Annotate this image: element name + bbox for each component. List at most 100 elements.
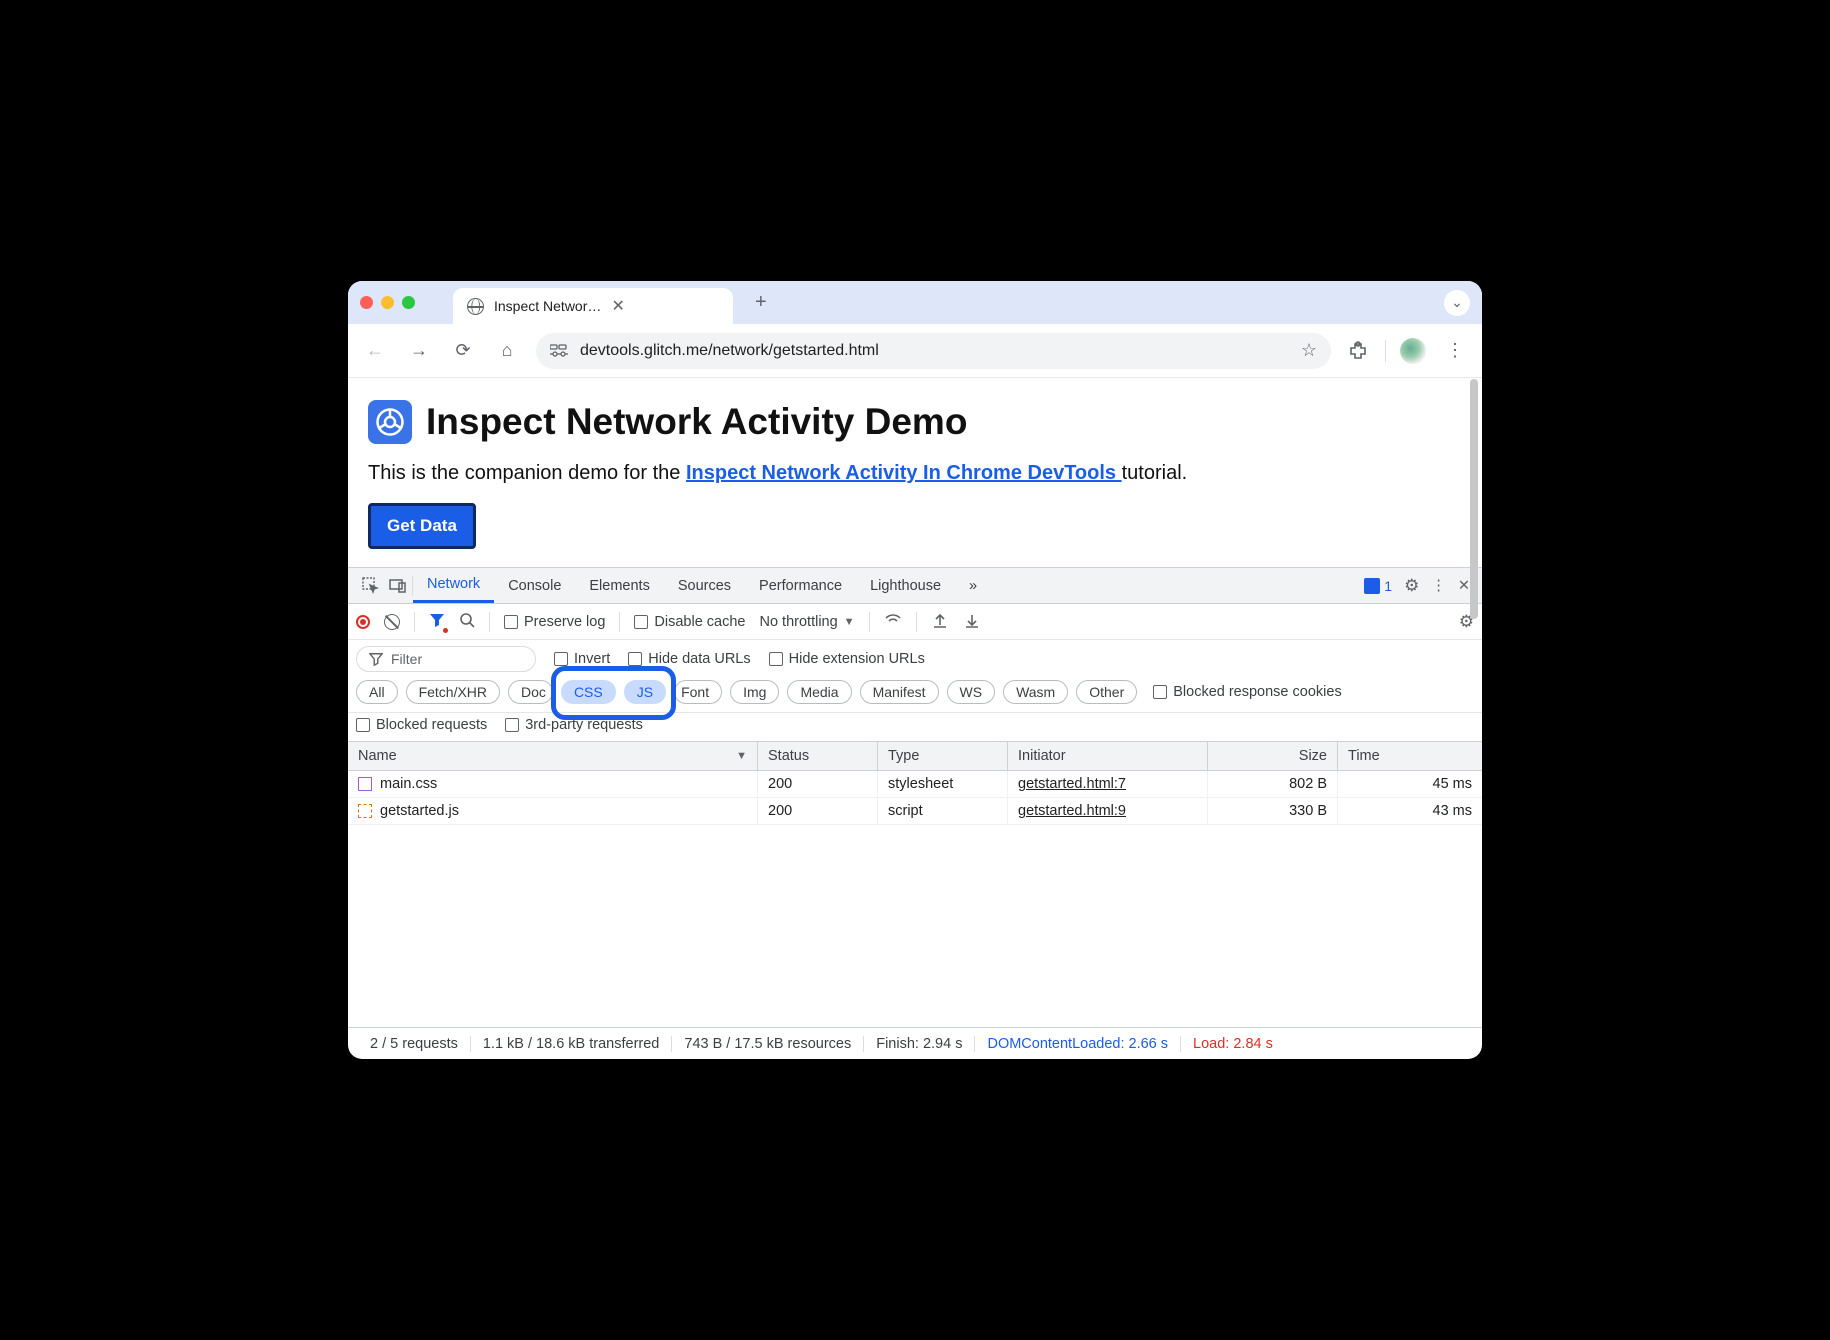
- record-button[interactable]: [356, 615, 370, 629]
- filter-pill-js[interactable]: JS: [624, 680, 666, 704]
- network-toolbar: Preserve log Disable cache No throttling…: [348, 604, 1482, 640]
- devtools-panel: Network Console Elements Sources Perform…: [348, 567, 1482, 1059]
- issues-icon: [1364, 578, 1380, 594]
- third-party-checkbox[interactable]: 3rd-party requests: [505, 717, 643, 733]
- browser-tab[interactable]: Inspect Network Activity Dem ✕: [453, 288, 733, 324]
- filter-pill-media[interactable]: Media: [787, 680, 851, 704]
- status-load: Load: 2.84 s: [1181, 1036, 1285, 1052]
- tab-sources[interactable]: Sources: [664, 568, 745, 603]
- close-window-button[interactable]: [360, 296, 373, 309]
- filter-pill-other[interactable]: Other: [1076, 680, 1137, 704]
- tab-performance[interactable]: Performance: [745, 568, 856, 603]
- home-button[interactable]: ⌂: [492, 336, 522, 366]
- settings-gear-icon[interactable]: ⚙: [1404, 576, 1419, 596]
- filter-input[interactable]: Filter: [356, 646, 536, 672]
- devtools-menu-button[interactable]: ⋮: [1431, 578, 1446, 594]
- page-scrollbar[interactable]: [1470, 379, 1478, 619]
- address-bar[interactable]: devtools.glitch.me/network/getstarted.ht…: [536, 333, 1331, 369]
- filter-pill-img[interactable]: Img: [730, 680, 779, 704]
- filter-pill-fetch-xhr[interactable]: Fetch/XHR: [406, 680, 500, 704]
- clear-button[interactable]: [384, 614, 400, 630]
- network-grid: Name▼ Status Type Initiator Size Time ma…: [348, 742, 1482, 1027]
- filter-toggle-icon[interactable]: [429, 612, 445, 632]
- col-header-name[interactable]: Name▼: [348, 742, 758, 770]
- network-conditions-icon[interactable]: [884, 611, 902, 633]
- divider: [1385, 340, 1386, 362]
- export-har-icon[interactable]: [963, 611, 981, 633]
- divider: [916, 612, 917, 632]
- close-devtools-button[interactable]: ✕: [1458, 578, 1470, 594]
- chrome-devtools-logo-icon: [368, 400, 412, 444]
- import-har-icon[interactable]: [931, 611, 949, 633]
- request-status: 200: [758, 798, 878, 824]
- filter-pill-wasm[interactable]: Wasm: [1003, 680, 1068, 704]
- blocked-cookies-checkbox[interactable]: Blocked response cookies: [1153, 684, 1341, 700]
- request-size: 802 B: [1208, 771, 1338, 797]
- preserve-log-checkbox[interactable]: Preserve log: [504, 614, 605, 630]
- col-header-status[interactable]: Status: [758, 742, 878, 770]
- col-header-initiator[interactable]: Initiator: [1008, 742, 1208, 770]
- filter-pill-manifest[interactable]: Manifest: [860, 680, 939, 704]
- col-header-size[interactable]: Size: [1208, 742, 1338, 770]
- file-css-icon: [358, 777, 372, 791]
- close-tab-button[interactable]: ✕: [612, 296, 720, 316]
- site-settings-icon[interactable]: [550, 344, 568, 358]
- grid-body: main.css 200stylesheetgetstarted.html:780…: [348, 771, 1482, 1027]
- filter-row-2: Blocked requests 3rd-party requests: [348, 713, 1482, 742]
- navbar: ← → ⟳ ⌂ devtools.glitch.me/network/getst…: [348, 324, 1482, 378]
- request-name: getstarted.js: [380, 803, 459, 819]
- hide-extension-urls-checkbox[interactable]: Hide extension URLs: [769, 651, 925, 667]
- request-initiator[interactable]: getstarted.html:9: [1008, 798, 1208, 824]
- minimize-window-button[interactable]: [381, 296, 394, 309]
- issues-button[interactable]: 1: [1364, 578, 1392, 594]
- filter-pill-font[interactable]: Font: [674, 680, 722, 704]
- invert-checkbox[interactable]: Invert: [554, 651, 610, 667]
- tab-more-icon[interactable]: »: [955, 568, 991, 603]
- status-bar: 2 / 5 requests 1.1 kB / 18.6 kB transfer…: [348, 1027, 1482, 1059]
- divider: [619, 612, 620, 632]
- maximize-window-button[interactable]: [402, 296, 415, 309]
- status-finish: Finish: 2.94 s: [864, 1036, 975, 1052]
- forward-button[interactable]: →: [404, 336, 434, 366]
- new-tab-button[interactable]: +: [755, 291, 767, 314]
- tab-console[interactable]: Console: [494, 568, 575, 603]
- filter-pill-css[interactable]: CSS: [561, 680, 616, 704]
- back-button[interactable]: ←: [360, 336, 390, 366]
- extensions-icon[interactable]: [1345, 338, 1371, 364]
- filter-pill-all[interactable]: All: [356, 680, 398, 704]
- request-type: stylesheet: [878, 771, 1008, 797]
- throttling-select[interactable]: No throttling ▼: [759, 614, 854, 630]
- table-row[interactable]: main.css200stylesheetgetstarted.html:780…: [348, 771, 1482, 798]
- filter-pill-doc[interactable]: Doc: [508, 680, 553, 704]
- filter-pill-ws[interactable]: WS: [947, 680, 996, 704]
- blocked-requests-checkbox[interactable]: Blocked requests: [356, 717, 487, 733]
- col-header-time[interactable]: Time: [1338, 742, 1482, 770]
- request-initiator[interactable]: getstarted.html:7: [1008, 771, 1208, 797]
- expand-tabs-button[interactable]: ⌄: [1444, 290, 1470, 316]
- get-data-button[interactable]: Get Data: [368, 503, 476, 549]
- disable-cache-checkbox[interactable]: Disable cache: [634, 614, 745, 630]
- browser-menu-button[interactable]: ⋮: [1440, 336, 1470, 366]
- device-toolbar-icon[interactable]: [384, 578, 412, 593]
- bookmark-star-icon[interactable]: ☆: [1301, 340, 1317, 361]
- hide-data-urls-checkbox[interactable]: Hide data URLs: [628, 651, 750, 667]
- tab-lighthouse[interactable]: Lighthouse: [856, 568, 955, 603]
- traffic-lights: [360, 296, 415, 309]
- status-transferred: 1.1 kB / 18.6 kB transferred: [471, 1036, 673, 1052]
- status-domcontentloaded: DOMContentLoaded: 2.66 s: [975, 1036, 1181, 1052]
- request-size: 330 B: [1208, 798, 1338, 824]
- search-icon[interactable]: [459, 612, 475, 632]
- tutorial-link[interactable]: Inspect Network Activity In Chrome DevTo…: [686, 462, 1122, 484]
- globe-icon: [467, 298, 484, 315]
- sort-desc-icon: ▼: [736, 750, 747, 762]
- reload-button[interactable]: ⟳: [448, 336, 478, 366]
- type-filter-row: All Fetch/XHR Doc CSS JS Font Img Media …: [348, 678, 1482, 713]
- profile-avatar[interactable]: [1400, 338, 1426, 364]
- inspect-element-icon[interactable]: [356, 577, 384, 594]
- tab-elements[interactable]: Elements: [575, 568, 663, 603]
- request-name: main.css: [380, 776, 437, 792]
- tab-network[interactable]: Network: [413, 568, 494, 603]
- request-type: script: [878, 798, 1008, 824]
- col-header-type[interactable]: Type: [878, 742, 1008, 770]
- table-row[interactable]: getstarted.js 200scriptgetstarted.html:93…: [348, 798, 1482, 825]
